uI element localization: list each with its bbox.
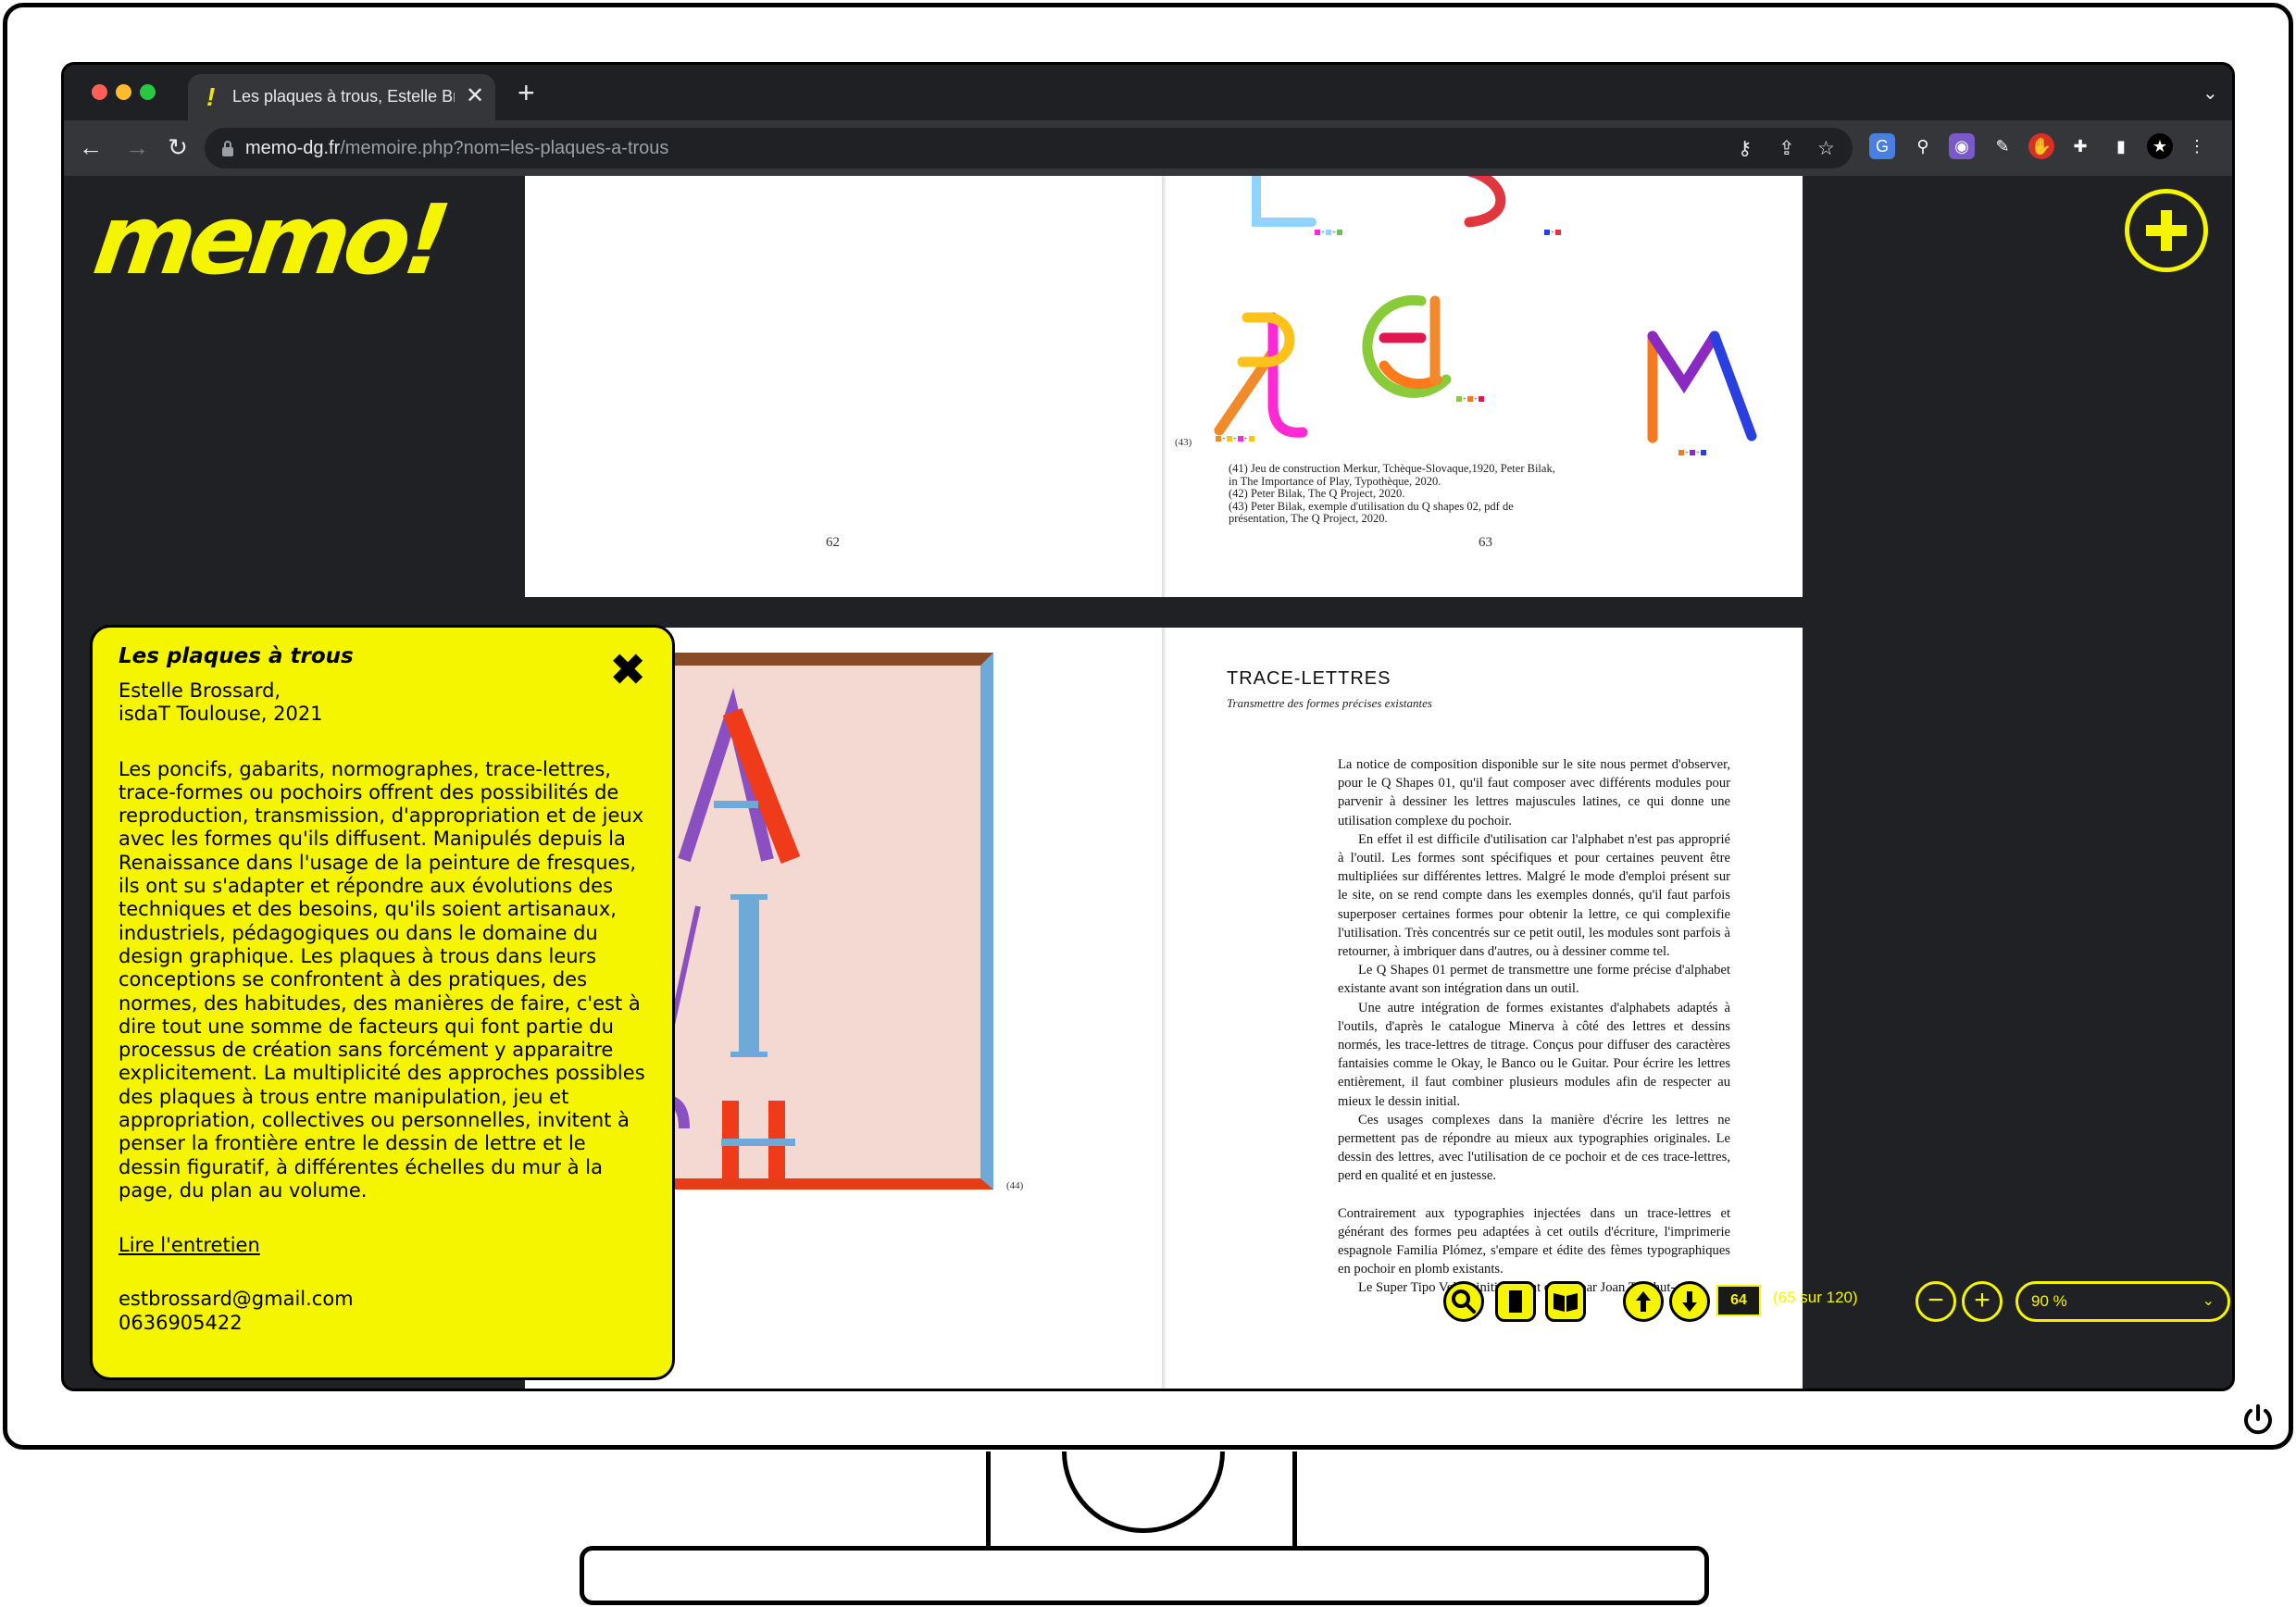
extensions-puzzle-icon[interactable]: ✚ [2067,133,2093,159]
lock-icon [222,141,233,156]
figure-marker: (43) [1175,437,1192,448]
forward-arrow-icon[interactable]: → [123,133,151,161]
footnote-line: in The Importance of Play, Typothèque, 2… [1229,474,1441,488]
zoom-in-button[interactable]: + [1962,1281,2003,1322]
contact-block: estbrossard@gmail.com 0636905422 [119,1288,646,1335]
share-icon[interactable]: ⇪ [1778,137,1795,160]
read-interview-link[interactable]: Lire l'entretien [119,1234,646,1256]
search-icon [1452,1289,1476,1314]
new-tab-button[interactable]: + [518,76,535,110]
translate-extension-icon[interactable]: G [1869,133,1895,159]
power-icon[interactable] [2240,1402,2276,1438]
previous-page-button[interactable] [1623,1281,1664,1322]
chevron-down-icon: ⌄ [2202,1293,2215,1309]
memoir-info-panel: Les plaques à trous ✖ Estelle Brossard, … [90,625,675,1380]
paragraph: Une autre intégration de formes existant… [1338,1000,1730,1109]
tab-active[interactable]: ! Les plaques à trous, Estelle Brossard … [188,74,495,120]
zoom-out-button[interactable]: − [1915,1281,1956,1322]
page-gutter [1162,628,1166,1389]
arrow-down-icon [1682,1291,1697,1312]
arrow-up-icon [1636,1291,1651,1312]
page-spread-64-65: ES DI (44) TRACE-LETTRES Transmettre des… [525,628,1803,1389]
close-panel-icon[interactable]: ✖ [609,648,646,692]
page-number-value: 64 [1718,1287,1759,1314]
page-number-right: 63 [1479,535,1492,550]
book-icon [1554,1293,1578,1312]
figure-legend: + + [1314,229,1343,236]
author-email[interactable]: estbrossard@gmail.com [119,1288,646,1311]
paragraph: Contrairement aux typographies injectées… [1338,1205,1730,1277]
figure-legend: + + + [1215,435,1255,442]
tab-close-icon[interactable]: ✕ [466,82,484,109]
favicon-icon: ! [206,82,216,111]
side-panel-icon[interactable]: ▮ [2108,133,2134,159]
footnote-line: (41) Jeu de construction Merkur, Tchèque… [1229,462,1555,475]
section-title: TRACE-LETTRES [1227,668,1391,689]
footnote-line: présentation, The Q Project, 2020. [1229,512,1388,525]
zoom-value: 90 % [2031,1292,2067,1310]
figure-legend: + + [1455,395,1485,403]
browser-menu-icon[interactable]: ⋮ [2184,133,2210,159]
add-plus-button[interactable] [2125,189,2208,272]
tab-search-chevron-icon[interactable]: ⌄ [2202,81,2218,105]
browser-window: ! Les plaques à trous, Estelle Brossard … [61,62,2235,1391]
paragraph: La notice de composition disponible sur … [1338,757,1730,828]
monitor-base [580,1546,1709,1605]
author-phone: 0636905422 [119,1311,243,1334]
page-count-label: (65 sur 120) [1773,1289,1858,1306]
footnote-line: (43) Peter Bilak, exemple d'utilisation … [1229,499,1514,513]
paragraph: Le Q Shapes 01 permet de transmettre une… [1338,963,1730,997]
reload-icon[interactable]: ↻ [164,133,192,161]
paragraph: Ces usages complexes dans la manière d'é… [1338,1112,1730,1184]
footnotes: (41) Jeu de construction Merkur, Tchèque… [1229,462,1571,526]
figure-marker: (44) [1006,1180,1024,1191]
profile-avatar-icon[interactable]: ★ [2147,133,2173,159]
extension-figure-icon[interactable]: ⚲ [1910,133,1936,159]
key-icon[interactable]: ⚷ [1738,137,1752,160]
close-window-button[interactable] [92,84,107,100]
footnote-line: (42) Peter Bilak, The Q Project, 2020. [1229,487,1405,500]
memoir-title: Les plaques à trous [119,644,354,668]
bookmark-star-icon[interactable]: ☆ [1817,137,1835,160]
tab-title: Les plaques à trous, Estelle Brossard [232,87,455,106]
single-page-icon [1509,1290,1522,1313]
adblock-extension-icon[interactable]: ✋ [2028,133,2054,159]
next-page-button[interactable] [1669,1281,1710,1322]
back-arrow-icon[interactable]: ← [77,133,105,161]
page-viewport: memo! + + + + + + + + + + (43) (41) Jeu … [64,176,2232,1389]
q-shapes-letters-illustration [1214,176,1757,443]
school-year: isdaT Toulouse, 2021 [119,703,323,726]
page-spread-62-63: + + + + + + + + + + (43) (41) Jeu de construc… [525,176,1803,597]
memoir-description: Les poncifs, gabarits, normographes, tra… [119,757,645,1202]
site-logo[interactable]: memo! [87,183,451,296]
zoom-select[interactable]: 90 % ⌄ [2015,1281,2230,1322]
url-text[interactable]: memo-dg.fr/memoire.php?nom=les-plaques-a… [245,138,668,159]
double-page-view-button[interactable] [1545,1281,1586,1322]
page-number-left: 62 [826,535,840,550]
tab-bar: ! Les plaques à trous, Estelle Brossard … [64,65,2232,120]
section-subtitle: Transmettre des formes précises existant… [1227,696,1432,710]
stencil-poster-image: ES DI [629,653,993,1190]
figure-legend: + [1543,229,1562,236]
single-page-view-button[interactable] [1495,1281,1536,1322]
figure-legend: + + [1678,449,1707,456]
color-extension-icon[interactable]: ◉ [1949,133,1975,159]
stencil-letters-illustration: ES DI [629,688,801,1178]
maximize-window-button[interactable] [140,84,156,100]
browser-toolbar: ← → ↻ memo-dg.fr/memoire.php?nom=les-pla… [64,120,2232,176]
page-number-input[interactable]: 64 [1716,1285,1761,1316]
minimize-window-button[interactable] [116,84,131,100]
search-button[interactable] [1443,1281,1484,1322]
body-text: La notice de composition disponible sur … [1338,755,1730,1298]
address-bar[interactable]: memo-dg.fr/memoire.php?nom=les-plaques-a… [205,128,1853,168]
paragraph: En effet il est difficile d'utilisation … [1338,831,1730,960]
eyedropper-extension-icon[interactable]: ✎ [1990,133,2015,159]
author-name: Estelle Brossard, [119,679,281,702]
